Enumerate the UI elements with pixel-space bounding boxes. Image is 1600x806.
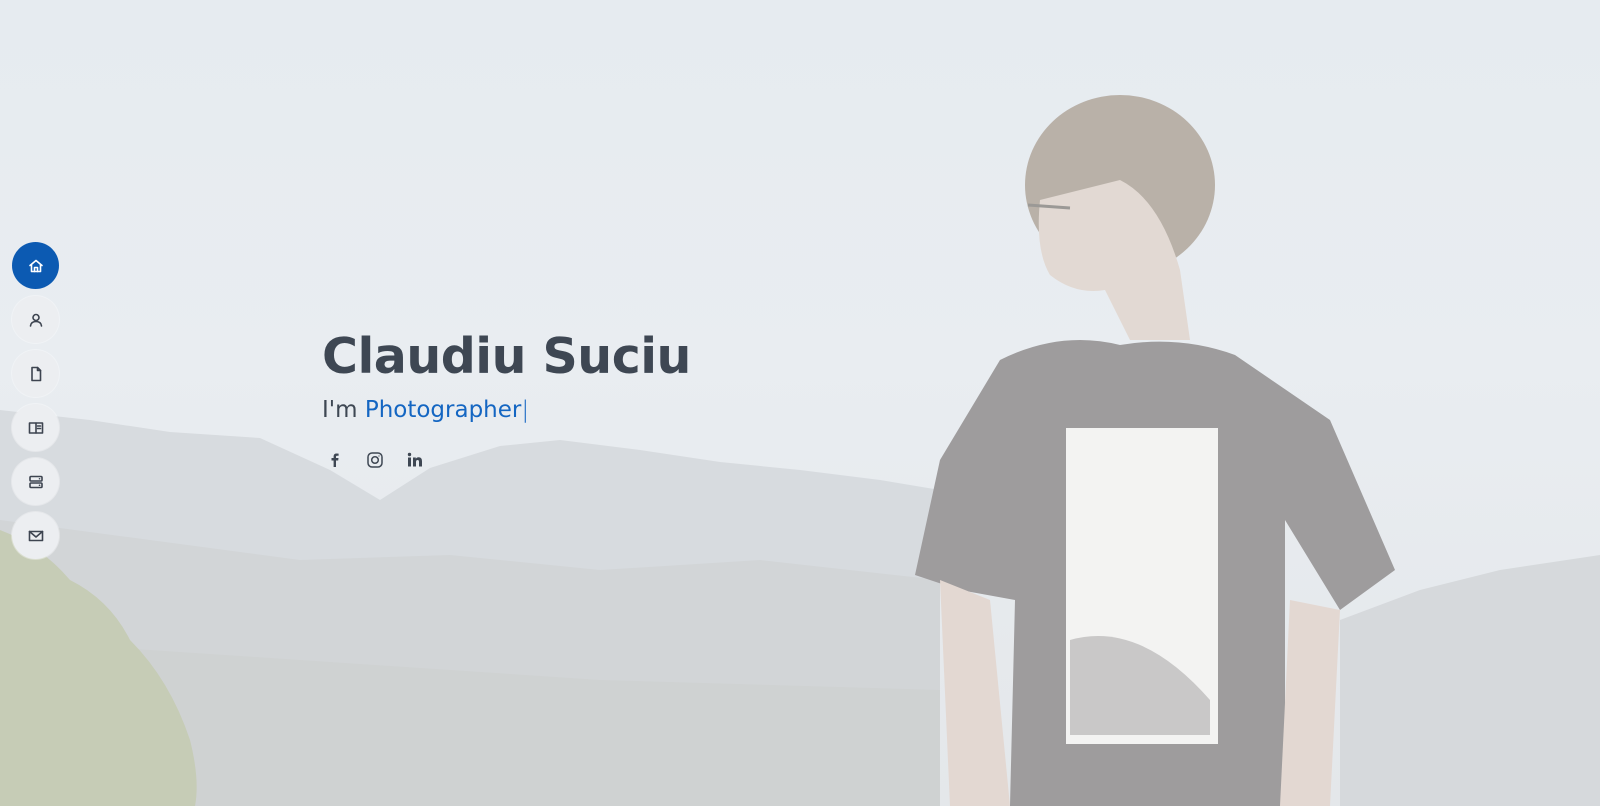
hero-intro: Claudiu Suciu I'm Photographer| <box>322 322 691 426</box>
book-icon <box>28 421 43 434</box>
facebook-link[interactable] <box>325 450 345 470</box>
tagline-prefix: I'm <box>322 397 358 423</box>
server-icon <box>28 475 43 488</box>
hero-tagline: I'm Photographer| <box>322 394 691 426</box>
typing-cursor: | <box>521 397 530 423</box>
nav-resume-button[interactable] <box>12 350 59 397</box>
linkedin-icon <box>407 452 422 467</box>
facebook-icon <box>331 453 339 467</box>
instagram-link[interactable] <box>365 450 385 470</box>
social-links <box>325 450 425 470</box>
side-nav <box>12 242 59 566</box>
nav-about-button[interactable] <box>12 296 59 343</box>
envelope-icon <box>28 530 43 541</box>
typed-role: Photographer <box>364 397 522 423</box>
home-icon <box>28 259 43 272</box>
instagram-icon <box>367 452 383 468</box>
nav-home-button[interactable] <box>12 242 59 289</box>
nav-contact-button[interactable] <box>12 512 59 559</box>
nav-portfolio-button[interactable] <box>12 404 59 451</box>
hero-name: Claudiu Suciu <box>322 328 691 385</box>
nav-services-button[interactable] <box>12 458 59 505</box>
file-icon <box>30 366 41 381</box>
hero-section: Claudiu Suciu I'm Photographer| <box>0 0 1600 806</box>
user-icon <box>29 313 42 327</box>
linkedin-link[interactable] <box>405 450 425 470</box>
background-photo <box>0 95 1600 806</box>
